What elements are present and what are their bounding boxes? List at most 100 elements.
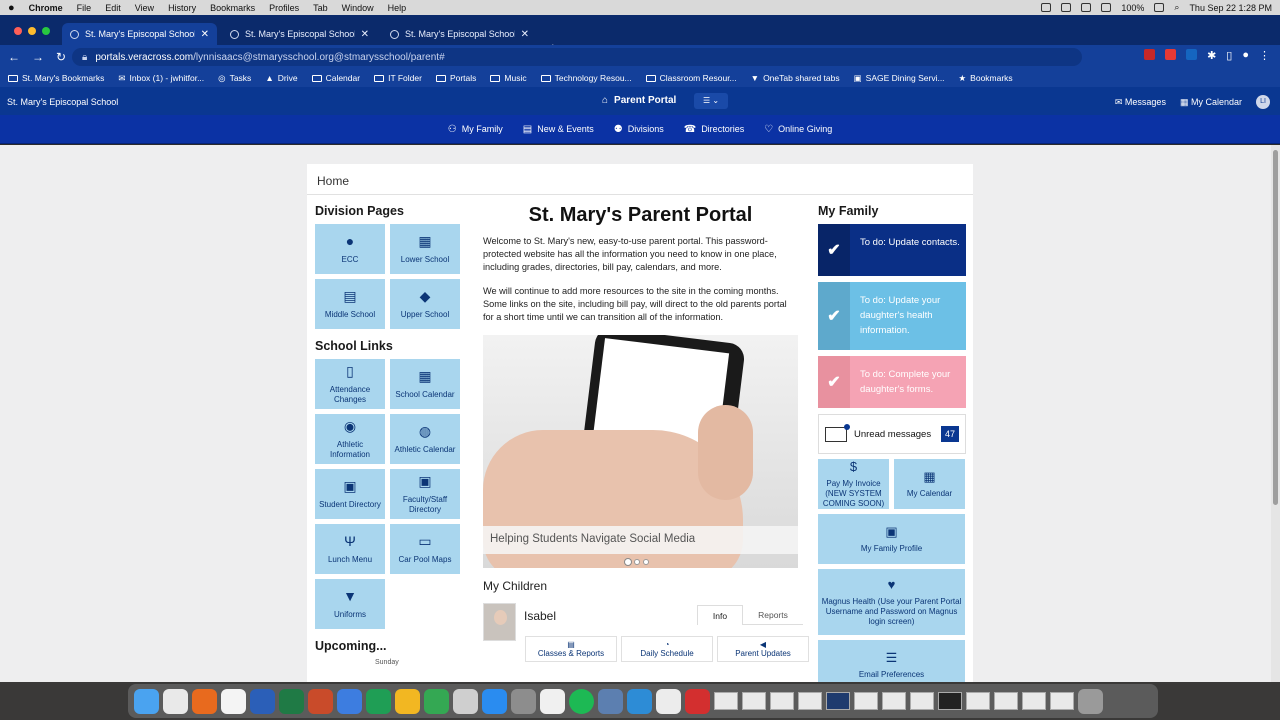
spotlight-icon[interactable]: ⌕: [1174, 2, 1179, 13]
tile-athletic-information[interactable]: ◉ Athletic Information: [315, 414, 385, 464]
hero-caption[interactable]: Helping Students Navigate Social Media: [483, 526, 798, 555]
slides-icon[interactable]: [395, 688, 420, 714]
minimized-window[interactable]: [938, 692, 962, 710]
sheets-icon[interactable]: [366, 688, 391, 714]
classes-reports-button[interactable]: ▤ Classes & Reports: [525, 636, 617, 663]
nav-directories[interactable]: ☎ Directories: [684, 124, 744, 135]
portal-switcher[interactable]: ☰ ⌄: [694, 93, 728, 109]
app-icon[interactable]: [627, 688, 652, 714]
extension-icon[interactable]: [1165, 49, 1177, 60]
menu-profiles[interactable]: Profiles: [269, 3, 299, 13]
unread-messages[interactable]: Unread messages 47: [818, 414, 966, 454]
carousel-dot[interactable]: [625, 559, 631, 566]
status-icon[interactable]: [1081, 3, 1092, 12]
nav-online-giving[interactable]: ♡ Online Giving: [764, 124, 832, 135]
portal-home-link[interactable]: ⌂ Parent Portal: [602, 95, 676, 106]
close-tab-icon[interactable]: ✕: [361, 29, 369, 40]
minimized-window[interactable]: [714, 692, 738, 710]
menu-view[interactable]: View: [135, 3, 154, 13]
sidebar-icon[interactable]: ▯: [1226, 49, 1232, 62]
tile-lunch-menu[interactable]: Ψ Lunch Menu: [315, 524, 385, 574]
app-icon[interactable]: [540, 688, 565, 714]
tile-attendance-changes[interactable]: ▯ Attendance Changes: [315, 359, 385, 409]
minimized-window[interactable]: [770, 692, 794, 710]
scrollbar-thumb[interactable]: [1273, 150, 1278, 505]
menu-window[interactable]: Window: [342, 3, 374, 13]
status-icon[interactable]: [1041, 3, 1052, 12]
bookmark-item[interactable]: Technology Resou...: [540, 73, 632, 83]
settings-icon[interactable]: [511, 688, 536, 714]
tab-reports[interactable]: Reports: [743, 605, 803, 626]
tile-magnus-health[interactable]: ♥ Magnus Health (Use your Parent Portal U…: [818, 569, 965, 635]
tile-middle-school[interactable]: ▤ Middle School: [315, 279, 385, 329]
carousel-dot[interactable]: [643, 559, 649, 566]
preview-icon[interactable]: [656, 688, 681, 714]
bookmark-item[interactable]: IT Folder: [374, 73, 422, 83]
maximize-window-button[interactable]: [42, 27, 50, 35]
bookmark-item[interactable]: ★ Bookmarks: [959, 73, 1013, 84]
excel-icon[interactable]: [279, 688, 304, 714]
school-name[interactable]: St. Mary's Episcopal School: [7, 97, 118, 107]
hero-carousel[interactable]: Helping Students Navigate Social Media: [483, 335, 798, 569]
child-photo[interactable]: [483, 603, 516, 642]
finder-icon[interactable]: [134, 688, 159, 714]
tile-ecc[interactable]: ● ECC: [315, 224, 385, 274]
minimized-window[interactable]: [994, 692, 1018, 710]
minimized-window[interactable]: [826, 692, 850, 710]
menu-history[interactable]: History: [168, 3, 196, 13]
more-icon[interactable]: ⋮: [1259, 49, 1270, 62]
bookmark-item[interactable]: Calendar: [311, 73, 360, 83]
tile-pay-invoice[interactable]: $ Pay My Invoice (NEW SYSTEM COMING SOON): [818, 459, 889, 509]
wifi-icon[interactable]: [1101, 3, 1112, 12]
trash-icon[interactable]: [1078, 688, 1103, 714]
child-name[interactable]: Isabel: [524, 609, 556, 623]
tile-upper-school[interactable]: ◆ Upper School: [390, 279, 460, 329]
my-calendar-link[interactable]: ▦ My Calendar: [1180, 97, 1242, 108]
close-tab-icon[interactable]: ✕: [201, 29, 209, 40]
tile-school-calendar[interactable]: ▦ School Calendar: [390, 359, 460, 409]
menu-edit[interactable]: Edit: [105, 3, 121, 13]
back-arrow-icon[interactable]: ←: [8, 50, 20, 64]
bookmark-item[interactable]: Music: [490, 73, 527, 83]
spotify-icon[interactable]: [569, 688, 594, 714]
bookmark-item[interactable]: ◎ Tasks: [218, 73, 251, 84]
browser-tab[interactable]: St. Mary's Episcopal School Pa ✕: [382, 23, 537, 45]
avatar[interactable]: LI: [1256, 95, 1270, 109]
todo-update-contacts[interactable]: ✔ To do: Update contacts.: [818, 224, 966, 276]
minimized-window[interactable]: [1050, 692, 1074, 710]
battery-icon[interactable]: [1154, 3, 1165, 12]
menu-help[interactable]: Help: [388, 3, 407, 13]
tile-car-pool-maps[interactable]: ▭ Car Pool Maps: [390, 524, 460, 574]
address-bar[interactable]: 🔒︎ portals.veracross.com/lynnisaacs@stma…: [72, 48, 1082, 66]
firefox-icon[interactable]: [192, 688, 217, 714]
powerpoint-icon[interactable]: [308, 688, 333, 714]
nav-news-events[interactable]: ▤ New & Events: [523, 124, 594, 135]
minimize-window-button[interactable]: [28, 27, 36, 35]
tile-my-calendar[interactable]: ▦ My Calendar: [894, 459, 965, 509]
menu-app-name[interactable]: Chrome: [29, 3, 63, 13]
minimized-window[interactable]: [882, 692, 906, 710]
bookmark-item[interactable]: St. Mary's Bookmarks: [8, 73, 104, 83]
status-icon[interactable]: [1061, 3, 1072, 12]
browser-tab[interactable]: St. Mary's Episcopal School - ✕: [62, 23, 217, 45]
menu-bookmarks[interactable]: Bookmarks: [210, 3, 255, 13]
menu-file[interactable]: File: [77, 3, 92, 13]
apple-menu-icon[interactable]: ●: [8, 2, 15, 14]
forward-arrow-icon[interactable]: →: [32, 50, 44, 64]
close-window-button[interactable]: [14, 27, 22, 35]
docs-icon[interactable]: [337, 688, 362, 714]
todo-complete-forms[interactable]: ✔ To do: Complete your daughter's forms.: [818, 356, 966, 408]
minimized-window[interactable]: [854, 692, 878, 710]
bookmark-item[interactable]: ✉ Inbox (1) - jwhitfor...: [118, 73, 204, 84]
todo-health-info[interactable]: ✔ To do: Update your daughter's health i…: [818, 282, 966, 350]
carousel-dot[interactable]: [634, 559, 640, 566]
tile-email-preferences[interactable]: ☰ Email Preferences: [818, 640, 965, 682]
extension-icon[interactable]: [1144, 49, 1156, 60]
minimized-window[interactable]: [910, 692, 934, 710]
tile-athletic-calendar[interactable]: ◍ Athletic Calendar: [390, 414, 460, 464]
puzzle-icon[interactable]: ✱: [1207, 49, 1216, 62]
tile-faculty-directory[interactable]: ▣ Faculty/Staff Directory: [390, 469, 460, 519]
app-icon[interactable]: [221, 688, 246, 714]
extension-icon[interactable]: [1186, 49, 1198, 60]
bookmark-item[interactable]: ▣ SAGE Dining Servi...: [854, 73, 945, 84]
